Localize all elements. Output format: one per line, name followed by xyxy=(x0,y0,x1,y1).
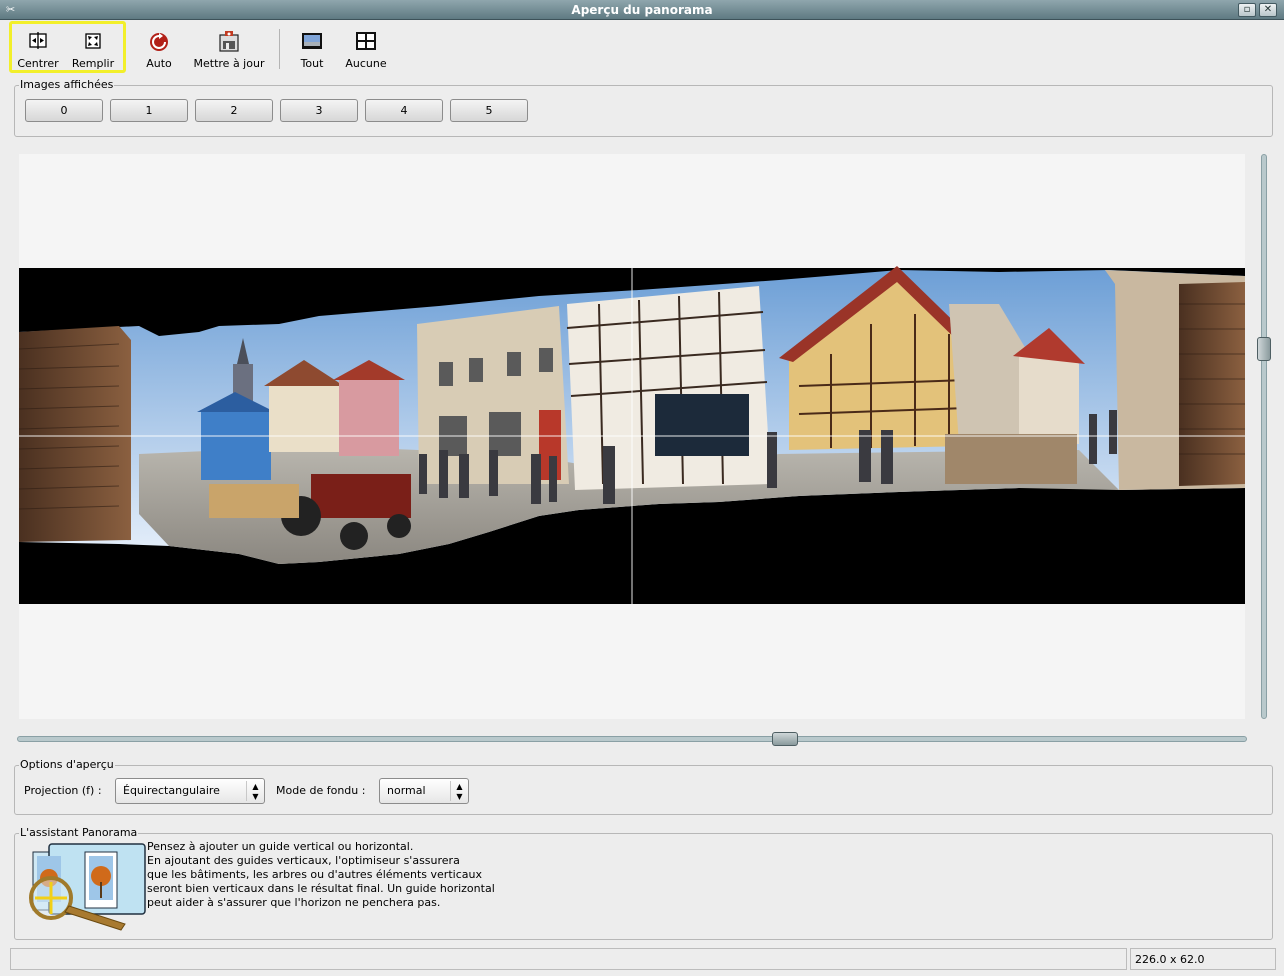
image-toggle-0[interactable]: 0 xyxy=(25,99,103,122)
auto-label: Auto xyxy=(146,57,172,70)
image-toggle-2[interactable]: 2 xyxy=(195,99,273,122)
toolbar: Centrer Remplir Auto Mettre à jour Tout … xyxy=(0,21,1284,75)
window-title: Aperçu du panorama xyxy=(571,3,713,17)
auto-button[interactable]: Auto xyxy=(140,26,178,72)
horizontal-fov-slider-track[interactable] xyxy=(17,736,1247,742)
image-toggle-1[interactable]: 1 xyxy=(110,99,188,122)
panorama-preview[interactable] xyxy=(19,154,1245,719)
assistant-guide-icon xyxy=(29,843,146,931)
minimize-button[interactable]: ▫ xyxy=(1238,3,1256,17)
fill-button[interactable]: Remplir xyxy=(68,26,118,72)
image-toggle-5[interactable]: 5 xyxy=(450,99,528,122)
center-icon xyxy=(29,32,47,49)
preview-options-legend: Options d'aperçu xyxy=(19,758,115,771)
vertical-fov-slider-thumb[interactable] xyxy=(1257,337,1271,361)
fov-readout: 226.0 x 62.0 xyxy=(1130,948,1276,970)
assistant-tip-text: Pensez à ajouter un guide vertical ou ho… xyxy=(147,840,495,909)
images-displayed-group: Images affichées 0 1 2 3 4 5 xyxy=(14,78,1273,137)
show-all-icon xyxy=(302,33,322,49)
image-toggle-4[interactable]: 4 xyxy=(365,99,443,122)
projection-label: Projection (f) : xyxy=(24,784,102,797)
assistant-legend: L'assistant Panorama xyxy=(19,826,139,839)
image-toggle-3[interactable]: 3 xyxy=(280,99,358,122)
updown-arrow-icon: ▲ ▼ xyxy=(246,781,264,801)
panorama-image xyxy=(19,266,1245,604)
blend-mode-value: normal xyxy=(387,784,426,797)
horizontal-fov-slider-thumb[interactable] xyxy=(772,732,798,746)
projection-select[interactable]: Équirectangulaire ▲ ▼ xyxy=(115,778,265,804)
fill-label: Remplir xyxy=(71,57,115,70)
projection-value: Équirectangulaire xyxy=(123,784,220,797)
show-none-label: Aucune xyxy=(345,57,387,70)
blend-mode-select[interactable]: normal ▲ ▼ xyxy=(379,778,469,804)
status-bar xyxy=(10,948,1127,970)
window-titlebar[interactable]: ✂ Aperçu du panorama ▫ ✕ xyxy=(0,0,1284,20)
close-button[interactable]: ✕ xyxy=(1259,3,1277,17)
center-button[interactable]: Centrer xyxy=(14,26,62,72)
update-label: Mettre à jour xyxy=(193,57,265,70)
toolbar-separator xyxy=(279,29,280,69)
update-button[interactable]: Mettre à jour xyxy=(190,26,268,72)
blend-mode-label: Mode de fondu : xyxy=(276,784,366,797)
show-all-button[interactable]: Tout xyxy=(293,26,331,72)
vertical-fov-slider-track[interactable] xyxy=(1261,154,1267,719)
updown-arrow-icon: ▲ ▼ xyxy=(450,781,468,801)
preview-options-group: Options d'aperçu Projection (f) : Équire… xyxy=(14,758,1273,815)
grid-icon xyxy=(356,32,376,50)
show-none-button[interactable]: Aucune xyxy=(343,26,389,72)
show-all-label: Tout xyxy=(300,57,324,70)
center-label: Centrer xyxy=(17,57,59,70)
refresh-icon xyxy=(150,33,168,51)
fill-icon xyxy=(85,33,101,49)
images-displayed-legend: Images affichées xyxy=(19,78,115,91)
update-preview-icon xyxy=(219,31,239,52)
